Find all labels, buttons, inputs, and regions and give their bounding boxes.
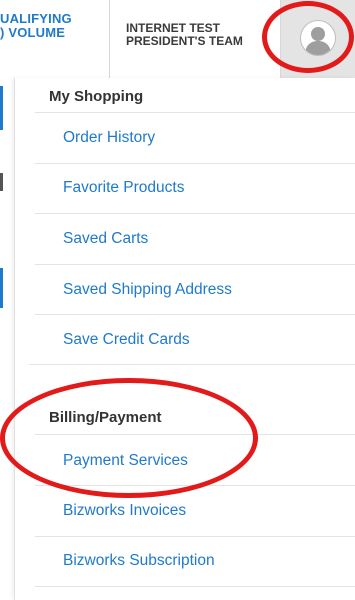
background-page-edge [0,78,14,600]
background-accent-mark [0,86,3,130]
user-avatar-icon [300,20,336,56]
divider [35,314,355,315]
divider [35,213,355,214]
account-dropdown-menu: My Shopping Order History Favorite Produ… [14,78,355,600]
menu-item-payment-services[interactable]: Payment Services [63,452,188,470]
divider [35,485,355,486]
menu-item-bizworks-subscription[interactable]: Bizworks Subscription [63,552,215,570]
section-title-my-shopping: My Shopping [49,88,144,105]
divider [35,434,355,435]
divider [35,112,355,113]
menu-item-saved-carts[interactable]: Saved Carts [63,230,148,248]
menu-item-bizworks-invoices[interactable]: Bizworks Invoices [63,502,186,520]
profile-tab-button[interactable] [281,0,355,78]
qualifying-volume-label[interactable]: UALIFYING ) VOLUME [0,12,98,40]
divider [35,536,355,537]
section-title-billing-payment: Billing/Payment [49,409,162,426]
account-menu-screen: UALIFYING ) VOLUME INTERNET TEST PRESIDE… [0,0,355,600]
menu-item-save-credit-cards[interactable]: Save Credit Cards [63,331,190,349]
divider [35,163,355,164]
top-navigation-bar: UALIFYING ) VOLUME INTERNET TEST PRESIDE… [0,0,355,78]
background-text-fragment [0,173,3,191]
menu-item-order-history[interactable]: Order History [63,129,155,147]
account-name-label: INTERNET TEST PRESIDENT'S TEAM [126,21,243,48]
menu-item-saved-shipping-address[interactable]: Saved Shipping Address [63,281,232,299]
divider [35,586,355,587]
divider [29,364,355,365]
account-tab[interactable]: INTERNET TEST PRESIDENT'S TEAM [109,0,281,78]
background-accent-mark [0,268,3,308]
divider [35,264,355,265]
menu-item-favorite-products[interactable]: Favorite Products [63,179,184,197]
